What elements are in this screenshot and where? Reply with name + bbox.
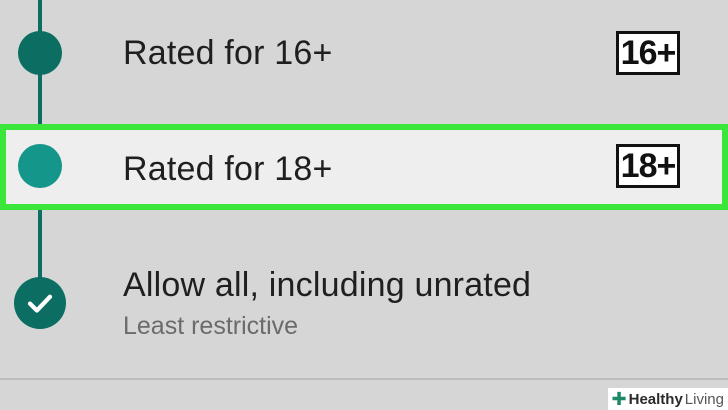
rating-18-badge-icon: 18+ — [616, 144, 680, 188]
divider — [0, 378, 728, 380]
option-rated-16[interactable]: Rated for 16+ 16+ — [0, 0, 728, 120]
option-rated-18[interactable]: Rated for 18+ 18+ — [0, 124, 728, 210]
option-label: Rated for 18+ — [123, 150, 333, 188]
check-icon — [14, 277, 66, 329]
option-label: Rated for 16+ — [123, 34, 333, 72]
option-label: Allow all, including unrated — [123, 266, 532, 304]
content-rating-screen: Rated for 16+ 16+ Rated for 18+ 18+ Allo… — [0, 0, 728, 410]
option-sublabel: Least restrictive — [123, 312, 299, 340]
watermark-brand-bold: Healthy — [628, 390, 683, 408]
rating-16-badge-icon: 16+ — [616, 31, 680, 75]
timeline-dot — [18, 31, 62, 75]
watermark-brand-light: Living — [684, 390, 724, 408]
timeline-dot-selected — [18, 144, 62, 188]
option-allow-all[interactable]: Allow all, including unrated Least restr… — [0, 240, 728, 360]
check-glyph-icon — [27, 294, 53, 313]
watermark-logo: ✚ Healthy Living — [607, 388, 728, 410]
plus-icon: ✚ — [611, 389, 627, 409]
